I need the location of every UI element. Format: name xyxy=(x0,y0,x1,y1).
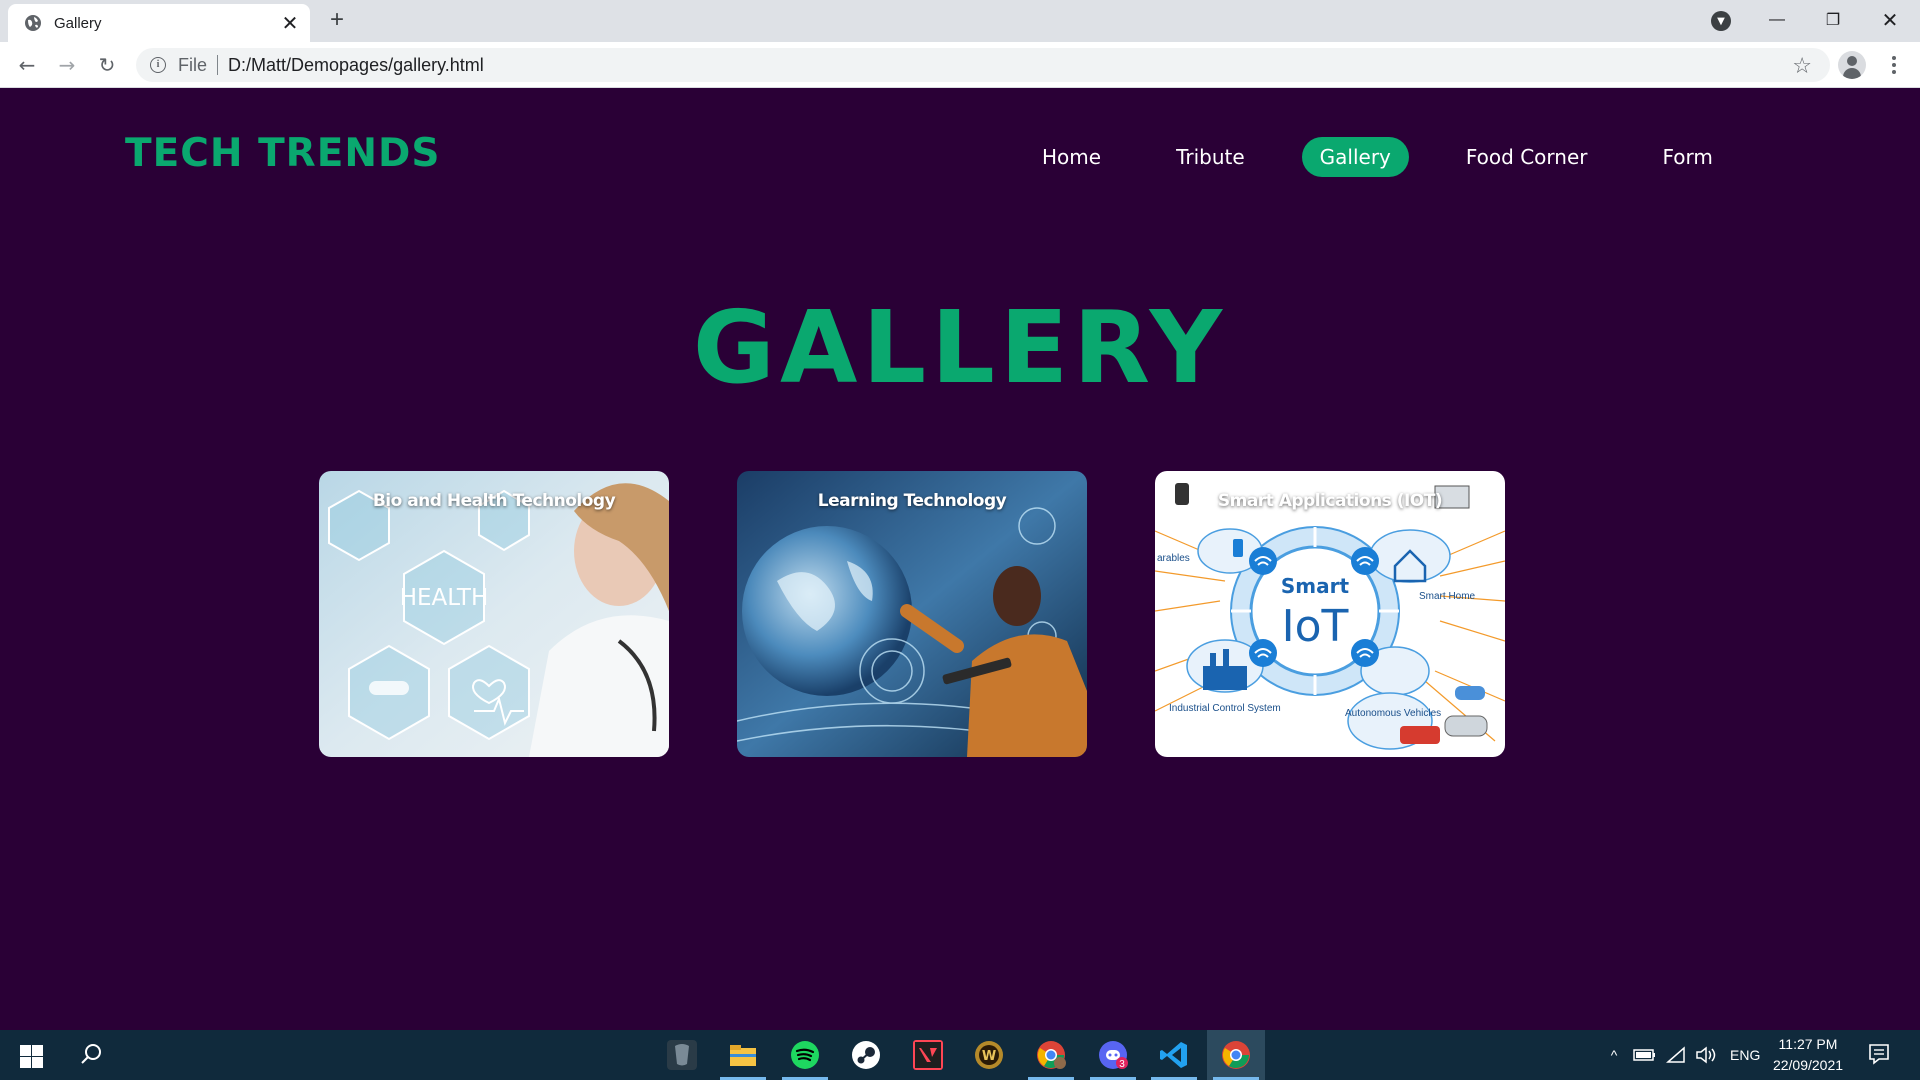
spotify-icon[interactable] xyxy=(776,1030,834,1080)
language-indicator[interactable]: ENG xyxy=(1730,1047,1760,1063)
address-bar[interactable]: i File D:/Matt/Demopages/gallery.html ☆ xyxy=(136,48,1830,82)
card-caption: Learning Technology xyxy=(817,491,1007,511)
windows-start-icon[interactable] xyxy=(10,1040,50,1070)
url-separator xyxy=(217,55,219,75)
valorant-icon[interactable] xyxy=(899,1030,957,1080)
battery-icon[interactable] xyxy=(1632,1045,1658,1065)
system-tray: ^ ENG xyxy=(1602,1030,1760,1080)
nav-form[interactable]: Form xyxy=(1644,137,1730,177)
reload-button[interactable]: ↻ xyxy=(93,51,121,79)
iot-label-autonomous: Autonomous Vehicles xyxy=(1345,708,1441,719)
reload-icon: ↻ xyxy=(98,53,116,77)
discord-badge: 3 xyxy=(1119,1059,1125,1070)
arrow-right-icon: → xyxy=(58,53,76,77)
back-button[interactable]: ← xyxy=(13,51,41,79)
new-tab-button[interactable]: + xyxy=(325,8,349,32)
tab-title: Gallery xyxy=(54,14,102,32)
file-explorer-icon[interactable] xyxy=(714,1030,772,1080)
site-brand[interactable]: TECH TRENDS xyxy=(125,131,440,176)
bookmark-star-icon[interactable]: ☆ xyxy=(1792,54,1812,79)
chevron-up-icon[interactable]: ^ xyxy=(1602,1047,1626,1063)
iot-label-smart-home: Smart Home xyxy=(1419,591,1476,602)
volume-icon[interactable] xyxy=(1694,1045,1720,1065)
site-nav: Home Tribute Gallery Food Corner Form xyxy=(1024,135,1731,179)
minimize-button[interactable]: — xyxy=(1749,0,1805,40)
learning-tech-image xyxy=(737,471,1087,757)
search-icon[interactable] xyxy=(76,1040,106,1070)
nav-tribute[interactable]: Tribute xyxy=(1158,137,1263,177)
windows-taskbar: W 3 ^ ENG 11:27 PM 22/09/2021 xyxy=(0,1030,1920,1080)
browser-tab-strip: Gallery ✕ + ▼ — ❐ ✕ xyxy=(0,0,1920,42)
world-of-warcraft-icon[interactable]: W xyxy=(960,1030,1018,1080)
iot-label-wearables: arables xyxy=(1157,553,1190,564)
notifications-icon[interactable] xyxy=(1867,1042,1891,1066)
url-scheme-label: File xyxy=(178,54,208,75)
profile-avatar-icon[interactable] xyxy=(1838,51,1866,79)
card-caption: Bio and Health Technology xyxy=(372,491,616,511)
arrow-left-icon: ← xyxy=(18,53,36,77)
info-icon[interactable]: i xyxy=(150,57,166,73)
iot-diagram-image: Smart IoT arables Smart Home Industrial … xyxy=(1155,471,1505,757)
gallery-grid: HEALTH Bio and Health Technology Learnin… xyxy=(319,471,1505,757)
iot-image-main-text: IoT xyxy=(1282,601,1349,652)
web-page: TECH TRENDS Home Tribute Gallery Food Co… xyxy=(0,89,1920,1030)
iot-label-industrial: Industrial Control System xyxy=(1169,703,1281,714)
tab-close-button[interactable]: ✕ xyxy=(280,13,300,33)
gallery-card-health[interactable]: HEALTH Bio and Health Technology xyxy=(319,471,669,757)
nav-gallery[interactable]: Gallery xyxy=(1301,137,1409,177)
chevron-down-icon: ▼ xyxy=(1717,16,1725,27)
vscode-icon[interactable] xyxy=(1145,1030,1203,1080)
health-tech-image: HEALTH xyxy=(319,471,669,757)
globe-icon xyxy=(25,15,41,31)
discord-icon[interactable]: 3 xyxy=(1084,1030,1142,1080)
chrome-icon[interactable] xyxy=(1207,1030,1265,1080)
clock-time: 11:27 PM xyxy=(1778,1036,1838,1052)
gallery-card-iot[interactable]: Smart IoT arables Smart Home Industrial … xyxy=(1155,471,1505,757)
more-menu-icon[interactable] xyxy=(1880,51,1908,79)
svg-text:W: W xyxy=(982,1049,996,1064)
nav-food-corner[interactable]: Food Corner xyxy=(1448,137,1606,177)
taskbar-clock[interactable]: 11:27 PM 22/09/2021 xyxy=(1760,1034,1856,1076)
iot-image-smart-text: Smart xyxy=(1281,574,1350,598)
nav-home[interactable]: Home xyxy=(1024,137,1119,177)
url-text[interactable]: D:/Matt/Demopages/gallery.html xyxy=(228,55,484,76)
browser-tab[interactable]: Gallery ✕ xyxy=(8,4,310,42)
forward-button[interactable]: → xyxy=(53,51,81,79)
restore-button[interactable]: ❐ xyxy=(1805,0,1861,40)
window-close-button[interactable]: ✕ xyxy=(1862,0,1918,40)
clock-date: 22/09/2021 xyxy=(1772,1057,1844,1073)
wifi-icon[interactable] xyxy=(1664,1045,1690,1065)
gallery-card-learning[interactable]: Learning Technology xyxy=(737,471,1087,757)
browser-toolbar: ← → ↻ i File D:/Matt/Demopages/gallery.h… xyxy=(0,42,1920,88)
health-image-text: HEALTH xyxy=(400,585,489,611)
page-title: GALLERY xyxy=(692,289,1228,406)
card-caption: Smart Applications (IOT) xyxy=(1217,491,1443,511)
tab-search-button[interactable]: ▼ xyxy=(1711,11,1731,31)
alienware-icon[interactable] xyxy=(653,1030,711,1080)
steam-icon[interactable] xyxy=(837,1030,895,1080)
chrome-profile-icon[interactable] xyxy=(1022,1030,1080,1080)
